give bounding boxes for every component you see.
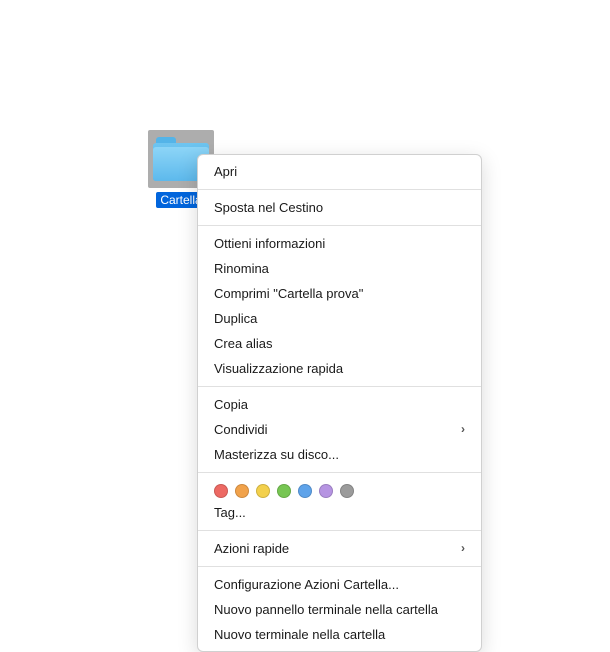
menu-make-alias[interactable]: Crea alias	[198, 331, 481, 356]
tag-green[interactable]	[277, 484, 291, 498]
menu-duplicate[interactable]: Duplica	[198, 306, 481, 331]
menu-copy[interactable]: Copia	[198, 392, 481, 417]
menu-share-label: Condividi	[214, 421, 267, 438]
menu-separator	[198, 566, 481, 567]
menu-move-to-trash[interactable]: Sposta nel Cestino	[198, 195, 481, 220]
menu-make-alias-label: Crea alias	[214, 335, 273, 352]
menu-tags-row	[198, 478, 481, 500]
chevron-right-icon: ›	[461, 540, 465, 557]
menu-quick-look-label: Visualizzazione rapida	[214, 360, 343, 377]
menu-quick-look[interactable]: Visualizzazione rapida	[198, 356, 481, 381]
context-menu: Apri Sposta nel Cestino Ottieni informaz…	[197, 154, 482, 652]
menu-rename-label: Rinomina	[214, 260, 269, 277]
tag-gray[interactable]	[340, 484, 354, 498]
menu-copy-label: Copia	[214, 396, 248, 413]
menu-separator	[198, 386, 481, 387]
menu-open-label: Apri	[214, 163, 237, 180]
menu-get-info[interactable]: Ottieni informazioni	[198, 231, 481, 256]
menu-rename[interactable]: Rinomina	[198, 256, 481, 281]
menu-new-terminal[interactable]: Nuovo terminale nella cartella	[198, 622, 481, 647]
tag-purple[interactable]	[319, 484, 333, 498]
menu-separator	[198, 530, 481, 531]
tag-red[interactable]	[214, 484, 228, 498]
menu-compress-label: Comprimi "Cartella prova"	[214, 285, 363, 302]
menu-burn[interactable]: Masterizza su disco...	[198, 442, 481, 467]
menu-burn-label: Masterizza su disco...	[214, 446, 339, 463]
menu-new-terminal-label: Nuovo terminale nella cartella	[214, 626, 385, 643]
menu-new-terminal-tab[interactable]: Nuovo pannello terminale nella cartella	[198, 597, 481, 622]
tag-yellow[interactable]	[256, 484, 270, 498]
menu-duplicate-label: Duplica	[214, 310, 257, 327]
tag-orange[interactable]	[235, 484, 249, 498]
menu-compress[interactable]: Comprimi "Cartella prova"	[198, 281, 481, 306]
menu-separator	[198, 225, 481, 226]
menu-separator	[198, 472, 481, 473]
menu-separator	[198, 189, 481, 190]
chevron-right-icon: ›	[461, 421, 465, 438]
menu-tag[interactable]: Tag...	[198, 500, 481, 525]
menu-folder-actions-setup-label: Configurazione Azioni Cartella...	[214, 576, 399, 593]
tag-blue[interactable]	[298, 484, 312, 498]
menu-folder-actions-setup[interactable]: Configurazione Azioni Cartella...	[198, 572, 481, 597]
menu-tag-label: Tag...	[214, 504, 246, 521]
menu-quick-actions[interactable]: Azioni rapide ›	[198, 536, 481, 561]
menu-quick-actions-label: Azioni rapide	[214, 540, 289, 557]
menu-get-info-label: Ottieni informazioni	[214, 235, 325, 252]
menu-new-terminal-tab-label: Nuovo pannello terminale nella cartella	[214, 601, 438, 618]
menu-open[interactable]: Apri	[198, 159, 481, 184]
menu-move-to-trash-label: Sposta nel Cestino	[214, 199, 323, 216]
menu-share[interactable]: Condividi ›	[198, 417, 481, 442]
